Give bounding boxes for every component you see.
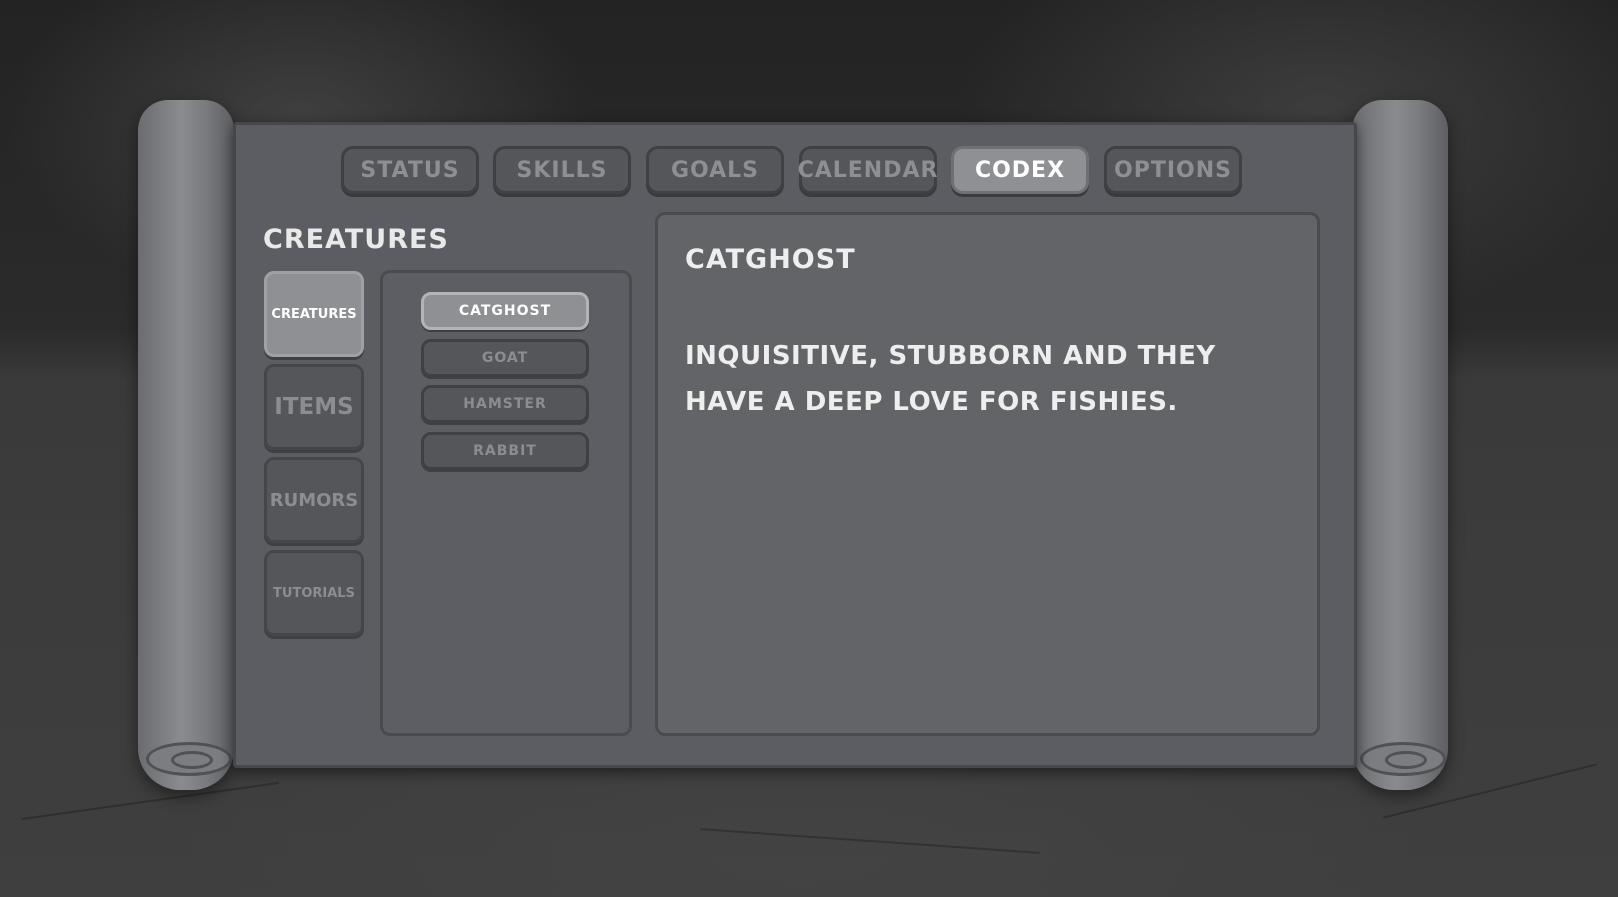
category-rumors-button[interactable]: RUMORS bbox=[264, 457, 364, 543]
scroll-roller-left bbox=[138, 100, 234, 790]
tab-goals[interactable]: GOALS bbox=[646, 146, 784, 194]
entry-rabbit-button[interactable]: RABBIT bbox=[421, 432, 589, 470]
scroll-roller-cap bbox=[1360, 742, 1446, 776]
entry-detail-panel bbox=[655, 212, 1320, 736]
entry-catghost-button[interactable]: CATGHOST bbox=[421, 292, 589, 330]
section-title: CREATURES bbox=[263, 224, 449, 255]
category-tutorials-button[interactable]: TUTORIALS bbox=[264, 550, 364, 636]
scroll-roller-right bbox=[1352, 100, 1448, 790]
floor-crack bbox=[700, 828, 1040, 854]
entry-goat-button[interactable]: GOAT bbox=[421, 339, 589, 377]
tab-options[interactable]: OPTIONS bbox=[1104, 146, 1242, 194]
entry-description: INQUISITIVE, STUBBORN AND THEY HAVE A DE… bbox=[685, 341, 1216, 417]
category-creatures-button[interactable]: CREATURES bbox=[264, 271, 364, 357]
tab-codex[interactable]: CODEX bbox=[951, 146, 1089, 194]
floor-crack bbox=[21, 781, 279, 821]
tab-skills[interactable]: SKILLS bbox=[493, 146, 631, 194]
entry-title: CATGHOST bbox=[685, 244, 856, 275]
tab-calendar[interactable]: CALENDAR bbox=[798, 146, 937, 194]
tab-status[interactable]: STATUS bbox=[341, 146, 479, 194]
category-items-button[interactable]: ITEMS bbox=[264, 364, 364, 450]
entry-hamster-button[interactable]: HAMSTER bbox=[421, 385, 589, 423]
scroll-roller-cap bbox=[146, 742, 232, 776]
